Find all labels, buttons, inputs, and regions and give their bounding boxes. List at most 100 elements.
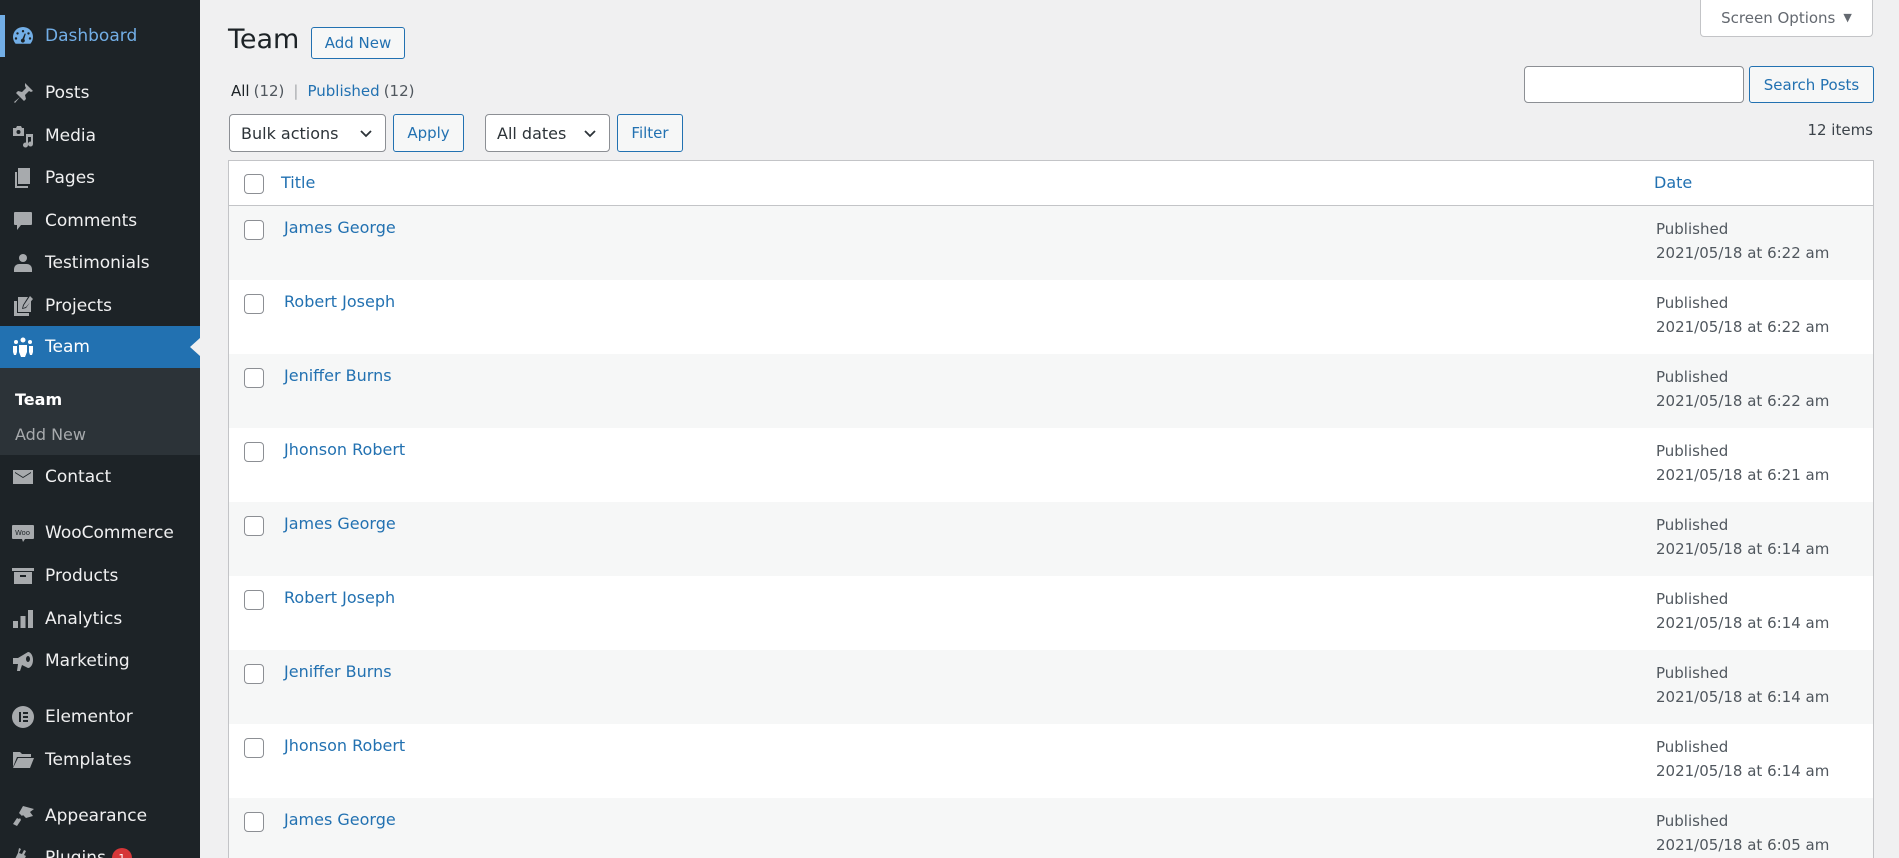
separator: | — [293, 82, 299, 100]
row-date: Published 2021/05/18 at 6:14 am — [1656, 661, 1829, 709]
sidebar-item-plugins[interactable]: Plugins 1 — [0, 837, 200, 858]
sidebar-item-appearance[interactable]: Appearance — [0, 795, 200, 837]
megaphone-icon — [10, 648, 36, 674]
row-title-link[interactable]: James George — [284, 810, 396, 829]
row-title-link[interactable]: James George — [284, 218, 396, 237]
sidebar-item-dashboard[interactable]: Dashboard — [0, 15, 200, 57]
row-checkbox[interactable] — [244, 812, 264, 832]
row-timestamp: 2021/05/18 at 6:14 am — [1656, 762, 1830, 780]
paintbrush-icon — [10, 803, 36, 829]
sidebar-item-elementor[interactable]: Elementor — [0, 696, 200, 738]
add-new-button[interactable]: Add New — [311, 27, 405, 59]
row-title-link[interactable]: Jhonson Robert — [284, 440, 405, 459]
row-status: Published — [1656, 738, 1729, 756]
sidebar-item-label: Projects — [45, 296, 113, 316]
row-checkbox[interactable] — [244, 442, 264, 462]
row-title-link[interactable]: Jeniffer Burns — [284, 662, 392, 681]
select-all-checkbox[interactable] — [244, 174, 264, 194]
sidebar-item-label: Contact — [45, 467, 112, 487]
update-count-badge: 1 — [111, 848, 132, 858]
sidebar-item-marketing[interactable]: Marketing — [0, 640, 200, 682]
row-status: Published — [1656, 368, 1729, 386]
chevron-down-icon — [584, 130, 596, 138]
submenu-item-add-new[interactable]: Add New — [15, 425, 86, 444]
table-row: Jhonson Robert Published 2021/05/18 at 6:1… — [229, 724, 1873, 798]
row-status: Published — [1656, 812, 1729, 830]
submenu-item-team[interactable]: Team — [15, 390, 62, 409]
row-status: Published — [1656, 220, 1729, 238]
table-row: James George Published 2021/05/18 at 6:05 … — [229, 798, 1873, 858]
sidebar-item-pages[interactable]: Pages — [0, 157, 200, 199]
plugin-icon — [10, 845, 36, 858]
status-published-link[interactable]: Published — [307, 82, 379, 100]
team-submenu: Team Add New — [0, 368, 200, 455]
row-checkbox[interactable] — [244, 738, 264, 758]
pin-icon — [10, 80, 36, 106]
table-header: Title Date — [229, 161, 1873, 206]
pages-icon — [10, 165, 36, 191]
items-count: 12 items — [1807, 121, 1873, 139]
admin-sidebar: Dashboard Posts Media Pages Comments Tes… — [0, 0, 200, 858]
bulk-actions-value: Bulk actions — [241, 123, 339, 143]
search-posts-button[interactable]: Search Posts — [1749, 66, 1874, 103]
dates-filter-value: All dates — [497, 123, 567, 143]
chevron-down-icon — [360, 130, 372, 138]
row-title-link[interactable]: James George — [284, 514, 396, 533]
row-checkbox[interactable] — [244, 590, 264, 610]
dates-filter-select[interactable]: All dates — [485, 114, 610, 152]
sidebar-item-label: Pages — [45, 168, 96, 188]
status-published-count: (12) — [383, 82, 415, 100]
row-date: Published 2021/05/18 at 6:22 am — [1656, 291, 1829, 339]
row-checkbox[interactable] — [244, 368, 264, 388]
sidebar-item-label: Posts — [45, 83, 90, 103]
sidebar-item-media[interactable]: Media — [0, 115, 200, 157]
sidebar-item-testimonials[interactable]: Testimonials — [0, 242, 200, 284]
row-title-link[interactable]: Robert Joseph — [284, 588, 395, 607]
column-header-date[interactable]: Date — [1654, 173, 1692, 192]
row-title-link[interactable]: Jeniffer Burns — [284, 366, 392, 385]
sidebar-item-templates[interactable]: Templates — [0, 739, 200, 781]
svg-text:Woo: Woo — [15, 529, 30, 537]
table-body: James George Published 2021/05/18 at 6:22 … — [229, 206, 1873, 858]
woo-icon: Woo — [10, 520, 36, 546]
row-date: Published 2021/05/18 at 6:05 am — [1656, 809, 1829, 857]
row-date: Published 2021/05/18 at 6:21 am — [1656, 439, 1829, 487]
sidebar-item-products[interactable]: Products — [0, 555, 200, 597]
sidebar-item-label: Dashboard — [45, 26, 138, 46]
sidebar-item-analytics[interactable]: Analytics — [0, 598, 200, 640]
edit-page-icon — [10, 293, 36, 319]
status-all-link[interactable]: All — [231, 82, 250, 100]
row-timestamp: 2021/05/18 at 6:22 am — [1656, 392, 1830, 410]
column-header-title[interactable]: Title — [281, 173, 315, 192]
chart-bar-icon — [10, 606, 36, 632]
table-row: Jhonson Robert Published 2021/05/18 at 6:2… — [229, 428, 1873, 502]
row-checkbox[interactable] — [244, 664, 264, 684]
sidebar-item-contact[interactable]: Contact — [0, 456, 200, 498]
row-title-link[interactable]: Robert Joseph — [284, 292, 395, 311]
apply-button[interactable]: Apply — [393, 114, 464, 152]
sidebar-item-projects[interactable]: Projects — [0, 285, 200, 327]
sidebar-item-label: Appearance — [45, 806, 148, 826]
row-timestamp: 2021/05/18 at 6:22 am — [1656, 318, 1830, 336]
row-checkbox[interactable] — [244, 516, 264, 536]
status-filter-links: All (12) | Published (12) — [231, 82, 414, 100]
sidebar-item-label: Testimonials — [45, 253, 150, 273]
row-date: Published 2021/05/18 at 6:22 am — [1656, 365, 1829, 413]
table-row: James George Published 2021/05/18 at 6:22 … — [229, 206, 1873, 280]
sidebar-item-label: Analytics — [45, 609, 123, 629]
sidebar-item-comments[interactable]: Comments — [0, 200, 200, 242]
screen-options-button[interactable]: Screen Options ▼ — [1700, 0, 1873, 37]
bulk-actions-select[interactable]: Bulk actions — [229, 114, 386, 152]
posts-table: Title Date James George Published 2021/05/… — [228, 160, 1874, 858]
sidebar-item-woocommerce[interactable]: Woo WooCommerce — [0, 512, 200, 554]
filter-button[interactable]: Filter — [617, 114, 683, 152]
screen-options-label: Screen Options — [1721, 8, 1836, 27]
sidebar-item-posts[interactable]: Posts — [0, 72, 200, 114]
row-timestamp: 2021/05/18 at 6:14 am — [1656, 688, 1830, 706]
row-checkbox[interactable] — [244, 220, 264, 240]
search-input[interactable] — [1524, 66, 1744, 103]
row-checkbox[interactable] — [244, 294, 264, 314]
row-date: Published 2021/05/18 at 6:14 am — [1656, 513, 1829, 561]
sidebar-item-team[interactable]: Team — [0, 326, 200, 368]
row-title-link[interactable]: Jhonson Robert — [284, 736, 405, 755]
